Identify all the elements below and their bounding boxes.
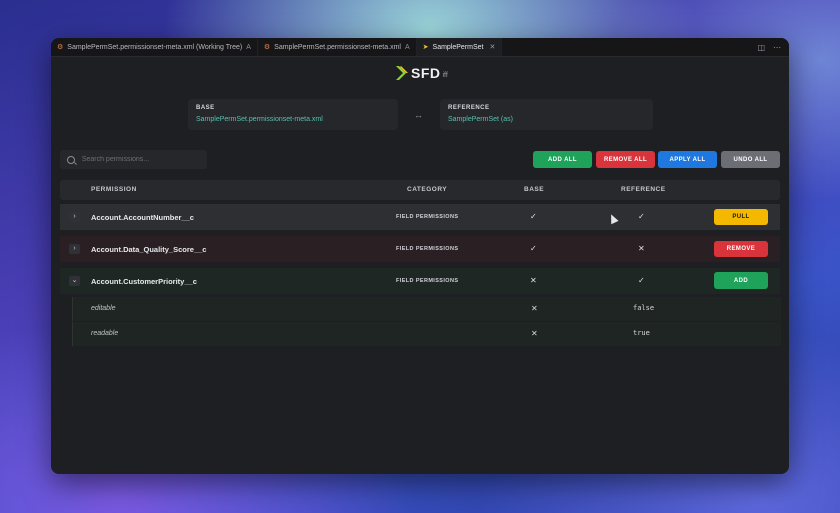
close-icon[interactable]: ✕ bbox=[490, 43, 496, 51]
base-label: BASE bbox=[196, 105, 215, 111]
base-value: ✕ bbox=[530, 276, 537, 285]
permission-name: Account.Data_Quality_Score__c bbox=[91, 245, 207, 254]
chevron-right-icon[interactable]: › bbox=[69, 244, 80, 254]
search-input[interactable] bbox=[79, 155, 200, 164]
attribute-reference-value: false bbox=[633, 304, 655, 312]
sfdiff-logo-icon bbox=[396, 66, 408, 80]
table-row[interactable]: › Account.Data_Quality_Score__c FIELD PE… bbox=[60, 236, 780, 262]
apply-all-button[interactable]: APPLY ALL bbox=[658, 151, 717, 168]
tab-status: A bbox=[404, 43, 410, 51]
add-all-button[interactable]: ADD ALL bbox=[533, 151, 592, 168]
permission-name: Account.AccountNumber__c bbox=[91, 213, 194, 222]
permission-category: FIELD PERMISSIONS bbox=[396, 278, 459, 284]
editor-controls: ◫ ⋯ bbox=[757, 38, 789, 56]
tab-label: SamplePermSet bbox=[432, 43, 484, 51]
logo-suffix: iff bbox=[442, 71, 448, 79]
base-source-box: BASE SamplePermSet.permissionset-meta.xm… bbox=[188, 99, 398, 130]
column-header-permission: PERMISSION bbox=[91, 186, 137, 193]
base-value: ✓ bbox=[530, 212, 537, 221]
attribute-name: readable bbox=[91, 330, 119, 337]
permission-category: FIELD PERMISSIONS bbox=[396, 214, 459, 220]
tab-working-tree[interactable]: ⚙ SamplePermSet.permissionset-meta.xml (… bbox=[51, 38, 258, 56]
tab-bar: ⚙ SamplePermSet.permissionset-meta.xml (… bbox=[51, 38, 789, 57]
pull-button[interactable]: PULL bbox=[714, 209, 768, 225]
tab-sfdiff[interactable]: ➤ SamplePermSet ✕ bbox=[416, 38, 503, 56]
table-row[interactable]: › Account.AccountNumber__c FIELD PERMISS… bbox=[60, 204, 780, 230]
reference-label: REFERENCE bbox=[448, 105, 490, 111]
editor-window: ⚙ SamplePermSet.permissionset-meta.xml (… bbox=[51, 38, 789, 474]
base-value: ✓ bbox=[530, 244, 537, 253]
reference-value: SamplePermSet (as) bbox=[448, 116, 513, 123]
column-header-category: CATEGORY bbox=[407, 186, 448, 193]
search-icon bbox=[67, 155, 75, 164]
sub-row: readable ✕ true bbox=[72, 322, 781, 346]
table-header: PERMISSION CATEGORY BASE REFERENCE bbox=[60, 180, 780, 200]
more-icon[interactable]: ⋯ bbox=[773, 43, 781, 52]
sfdiff-logo: SFD iff bbox=[395, 65, 448, 81]
reference-value: ✓ bbox=[638, 212, 645, 221]
add-button[interactable]: ADD bbox=[714, 272, 768, 289]
attribute-base-value: ✕ bbox=[531, 329, 538, 338]
attribute-name: editable bbox=[91, 305, 116, 312]
sfdiff-icon: ➤ bbox=[422, 44, 429, 51]
logo-text: SFD bbox=[411, 65, 441, 81]
tab-status: A bbox=[246, 43, 251, 51]
remove-all-button[interactable]: REMOVE ALL bbox=[596, 151, 655, 168]
column-header-base: BASE bbox=[524, 186, 545, 193]
xml-file-icon: ⚙ bbox=[57, 44, 64, 51]
tab-bar-spacer bbox=[502, 38, 757, 56]
column-header-reference: REFERENCE bbox=[621, 186, 666, 193]
chevron-right-icon[interactable]: › bbox=[69, 212, 80, 222]
search-box bbox=[60, 150, 207, 169]
base-value: SamplePermSet.permissionset-meta.xml bbox=[196, 116, 323, 123]
remove-button[interactable]: REMOVE bbox=[714, 241, 768, 257]
permission-category: FIELD PERMISSIONS bbox=[396, 246, 459, 252]
tab-label: SamplePermSet.permissionset-meta.xml (Wo… bbox=[67, 43, 243, 51]
split-editor-icon[interactable]: ◫ bbox=[757, 43, 765, 52]
sub-row: editable ✕ false bbox=[72, 297, 781, 321]
attribute-reference-value: true bbox=[633, 329, 650, 337]
attribute-base-value: ✕ bbox=[531, 304, 538, 313]
tab-permissionset-xml[interactable]: ⚙ SamplePermSet.permissionset-meta.xml A bbox=[258, 38, 417, 56]
reference-value: ✕ bbox=[638, 244, 645, 253]
tab-label: SamplePermSet.permissionset-meta.xml bbox=[274, 43, 401, 51]
permission-name: Account.CustomerPriority__c bbox=[91, 277, 197, 286]
table-row[interactable]: ⌄ Account.CustomerPriority__c FIELD PERM… bbox=[60, 268, 780, 294]
reference-value: ✓ bbox=[638, 276, 645, 285]
xml-file-icon: ⚙ bbox=[263, 44, 271, 51]
swap-arrows-icon[interactable]: ↔ bbox=[414, 110, 423, 120]
reference-source-box: REFERENCE SamplePermSet (as) bbox=[440, 99, 653, 130]
chevron-down-icon[interactable]: ⌄ bbox=[69, 276, 80, 286]
undo-all-button[interactable]: UNDO ALL bbox=[721, 151, 780, 168]
